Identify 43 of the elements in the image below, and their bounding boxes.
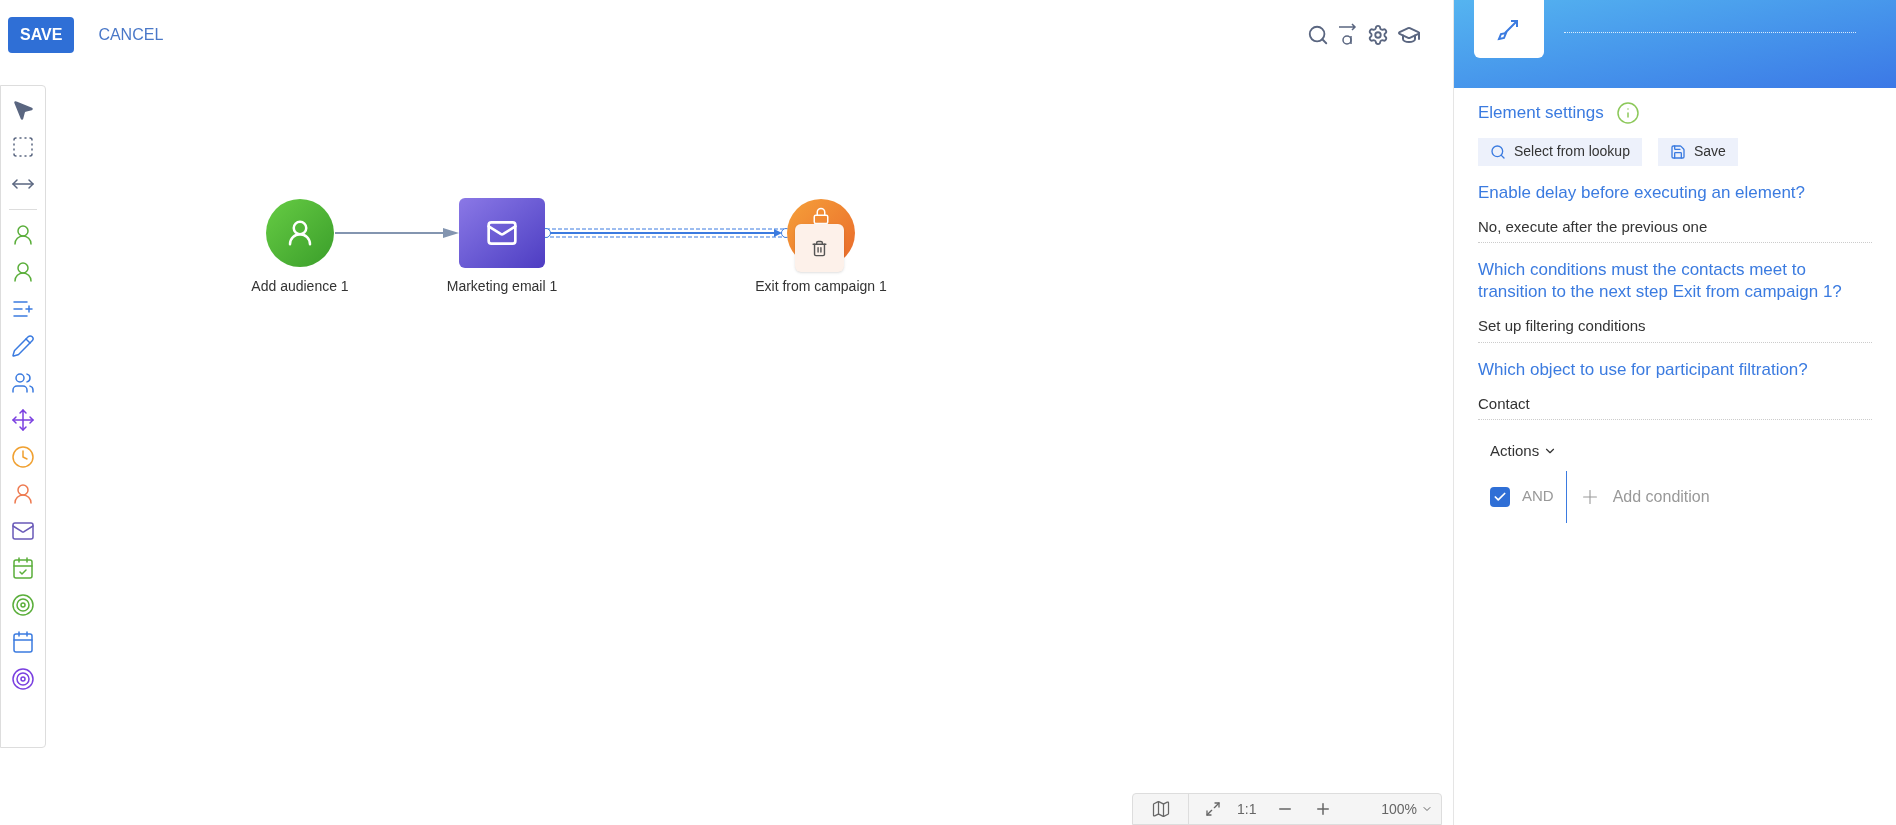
field-value[interactable]: Set up filtering conditions [1478,315,1872,343]
person-icon[interactable] [11,260,35,284]
target-icon[interactable] [11,667,35,691]
group-icon[interactable] [11,371,35,395]
calendar-icon[interactable] [11,556,35,580]
field-value[interactable]: Contact [1478,392,1872,420]
person-icon[interactable] [11,223,35,247]
move-arrows-icon[interactable] [11,408,35,432]
field-question: Enable delay before executing an element? [1478,181,1806,204]
save-button[interactable]: Save [1657,137,1738,166]
section-title: Element settings [1478,102,1604,124]
fit-screen-icon[interactable] [1205,801,1221,817]
pointer-icon[interactable] [11,98,35,122]
node-label: Exit from campaign 1 [755,277,887,296]
map-icon[interactable] [1150,799,1171,819]
node-label: Marketing email 1 [446,277,558,296]
and-checkbox[interactable] [1490,486,1510,507]
zoom-dropdown[interactable]: 100% [1381,798,1433,820]
settings-icon[interactable] [1367,24,1389,46]
envelope-icon[interactable] [11,519,35,543]
text-direction-icon[interactable] [1337,22,1359,48]
field-value[interactable]: No, execute after the previous one [1478,215,1872,243]
actions-dropdown[interactable]: Actions [1490,440,1558,463]
lock-icon [812,207,830,225]
save-button[interactable]: SAVE [8,17,75,53]
lookup-button[interactable]: Select from lookup [1478,137,1642,166]
search-icon[interactable] [1307,24,1329,46]
email-node[interactable] [459,198,545,268]
field-question: Which object to use for participant filtration? [1478,358,1809,381]
search-icon [1490,143,1506,160]
cancel-button[interactable]: CANCEL [86,17,176,53]
connector-arrow[interactable] [334,228,459,238]
target-icon[interactable] [11,593,35,617]
person-icon[interactable] [11,482,35,506]
selection-icon[interactable] [11,135,35,159]
trash-icon[interactable] [811,239,828,257]
actual-size-button[interactable]: 1:1 [1237,798,1257,820]
calendar-icon[interactable] [11,630,35,654]
field-question: Which conditions must the contacts meet to transition to the next step Exit from campaign 1? [1478,259,1843,303]
pencil-icon[interactable] [11,334,35,358]
node-label: Add audience 1 [251,277,349,296]
and-label: AND [1522,486,1554,507]
clock-icon[interactable] [11,445,35,469]
